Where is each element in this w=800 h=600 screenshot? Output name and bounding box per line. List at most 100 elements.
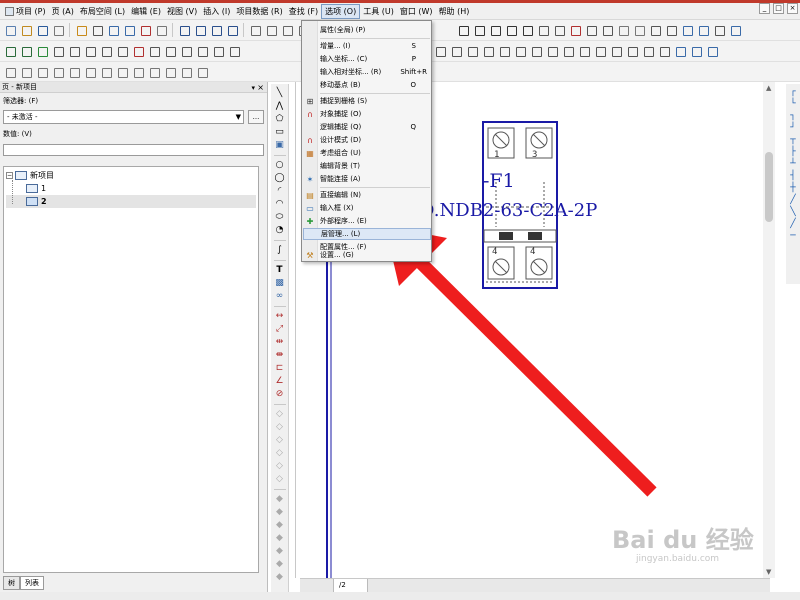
grid-icon[interactable] (520, 23, 534, 37)
wireless-icon[interactable] (680, 23, 694, 37)
symbol-icon[interactable] (513, 44, 527, 58)
edit-icon[interactable]: ◇ (274, 422, 285, 433)
transform-icon[interactable]: ◆ (274, 494, 285, 505)
symbol-icon[interactable] (449, 44, 463, 58)
undo-icon[interactable] (177, 23, 191, 37)
symbol-icon[interactable] (147, 44, 161, 58)
symbol-icon[interactable] (497, 44, 511, 58)
menu-item-move-base-point[interactable]: 移动基点 (B) O (303, 79, 431, 91)
symbol-icon[interactable] (179, 44, 193, 58)
symbol-icon[interactable] (609, 44, 623, 58)
line-icon[interactable]: ╲ (274, 88, 285, 99)
angle-dimension-icon[interactable]: ∠ (274, 376, 285, 387)
page-icon[interactable] (264, 23, 278, 37)
symbol-icon[interactable] (195, 44, 209, 58)
circle-3pt-icon[interactable]: ◯ (274, 173, 285, 184)
network-icon[interactable] (696, 23, 710, 37)
terminal-icon[interactable] (115, 65, 129, 79)
scroll-up-icon[interactable]: ▲ (766, 84, 771, 92)
terminal-icon[interactable] (179, 65, 193, 79)
terminal-icon[interactable] (51, 65, 65, 79)
edit-icon[interactable]: ◇ (274, 448, 285, 459)
connector-icon[interactable] (19, 44, 33, 58)
terminal-icon[interactable] (99, 65, 113, 79)
pattern-icon[interactable] (616, 23, 630, 37)
terminal-icon[interactable] (19, 65, 33, 79)
scroll-thumb[interactable] (765, 152, 773, 222)
menu-item-logic-snap[interactable]: 逻辑捕捉 (Q) Q (303, 121, 431, 133)
edit-icon[interactable]: ◇ (274, 461, 285, 472)
sector-icon[interactable]: ◔ (274, 225, 285, 236)
radius-dimension-icon[interactable]: ⊘ (274, 389, 285, 400)
terminal-icon[interactable] (163, 65, 177, 79)
menu-insert[interactable]: 插入 (I) (200, 4, 233, 19)
menu-view[interactable]: 视图 (V) (164, 4, 200, 19)
menu-layout-space[interactable]: 布局空间 (L) (77, 4, 128, 19)
cut-icon[interactable] (90, 23, 104, 37)
symbol-icon[interactable] (131, 44, 145, 58)
symbol-icon[interactable] (529, 44, 543, 58)
text-icon[interactable]: T (274, 265, 285, 276)
paste-icon[interactable] (122, 23, 136, 37)
cart-icon[interactable] (728, 23, 742, 37)
grid-icon[interactable] (456, 23, 470, 37)
menu-item-smart-connect[interactable]: ✶ 智能连接 (A) (303, 173, 431, 185)
save-icon[interactable] (35, 23, 49, 37)
symbol-icon[interactable] (481, 44, 495, 58)
grid-icon[interactable] (472, 23, 486, 37)
page-icon[interactable] (280, 23, 294, 37)
close-icon[interactable]: × (257, 82, 264, 93)
connection-icon[interactable]: ┤ (790, 171, 795, 181)
pin-icon[interactable]: ▾ (251, 83, 255, 94)
snap-icon[interactable] (536, 23, 550, 37)
symbol-icon[interactable] (657, 44, 671, 58)
connection-icon[interactable]: └ (790, 99, 795, 109)
mirror-icon[interactable] (600, 23, 614, 37)
tree-page-1[interactable]: 1 (6, 182, 256, 195)
symbol-icon[interactable] (561, 44, 575, 58)
pattern-icon[interactable] (632, 23, 646, 37)
menu-item-relative-coordinates[interactable]: 输入相对坐标... (R) Shift+R (303, 66, 431, 78)
symbol-icon[interactable] (51, 44, 65, 58)
grid-icon[interactable] (504, 23, 518, 37)
menu-item-direct-edit[interactable]: ▤ 直接编辑 (N) (303, 189, 431, 201)
symbol-icon[interactable] (211, 44, 225, 58)
scroll-down-icon[interactable]: ▼ (766, 568, 771, 576)
dimension-chain-icon[interactable]: ⇹ (274, 337, 285, 348)
connection-icon[interactable]: ┐ (790, 111, 795, 121)
terminal-icon[interactable] (195, 65, 209, 79)
filter-ellipsis-button[interactable]: ... (248, 109, 264, 124)
minimize-button[interactable]: _ (759, 3, 770, 14)
menu-help[interactable]: 帮助 (H) (436, 4, 473, 19)
arc-icon[interactable]: ◜ (274, 186, 285, 197)
tab-list[interactable]: 列表 (20, 576, 44, 590)
picture-icon[interactable]: ▩ (274, 278, 285, 289)
menu-page[interactable]: 页 (A) (49, 4, 77, 19)
menu-tools[interactable]: 工具 (U) (360, 4, 397, 19)
connection-icon[interactable]: ╲ (790, 207, 795, 217)
connection-icon[interactable]: ╱ (790, 195, 795, 205)
hyperlink-icon[interactable]: ∞ (274, 291, 285, 302)
menu-item-input-coordinates[interactable]: 输入坐标... (C) P (303, 53, 431, 65)
edit-icon[interactable]: ◇ (274, 435, 285, 446)
symbol-icon[interactable] (115, 44, 129, 58)
transform-icon[interactable]: ◆ (274, 507, 285, 518)
menu-item-layer-management[interactable]: 层管理... (L) (303, 228, 431, 240)
tool-icon[interactable] (712, 23, 726, 37)
new-icon[interactable] (3, 23, 17, 37)
edit-icon[interactable]: ◇ (274, 474, 285, 485)
data-value-field[interactable] (3, 144, 264, 156)
menu-project[interactable]: 项目 (P) (2, 4, 49, 19)
connection-icon[interactable]: ┬ (790, 135, 795, 145)
symbol-icon[interactable] (593, 44, 607, 58)
page-tab-2[interactable]: /2 (334, 579, 368, 592)
edit-icon[interactable]: ◇ (274, 409, 285, 420)
transform-icon[interactable]: ◆ (274, 520, 285, 531)
filter-select[interactable]: - 未激活 - ▼ (3, 109, 244, 124)
redo-icon[interactable] (193, 23, 207, 37)
symbol-icon[interactable] (227, 44, 241, 58)
menu-find[interactable]: 查找 (F) (286, 4, 321, 19)
view-icon[interactable] (648, 23, 662, 37)
terminal-icon[interactable] (35, 65, 49, 79)
undo-list-icon[interactable] (209, 23, 223, 37)
